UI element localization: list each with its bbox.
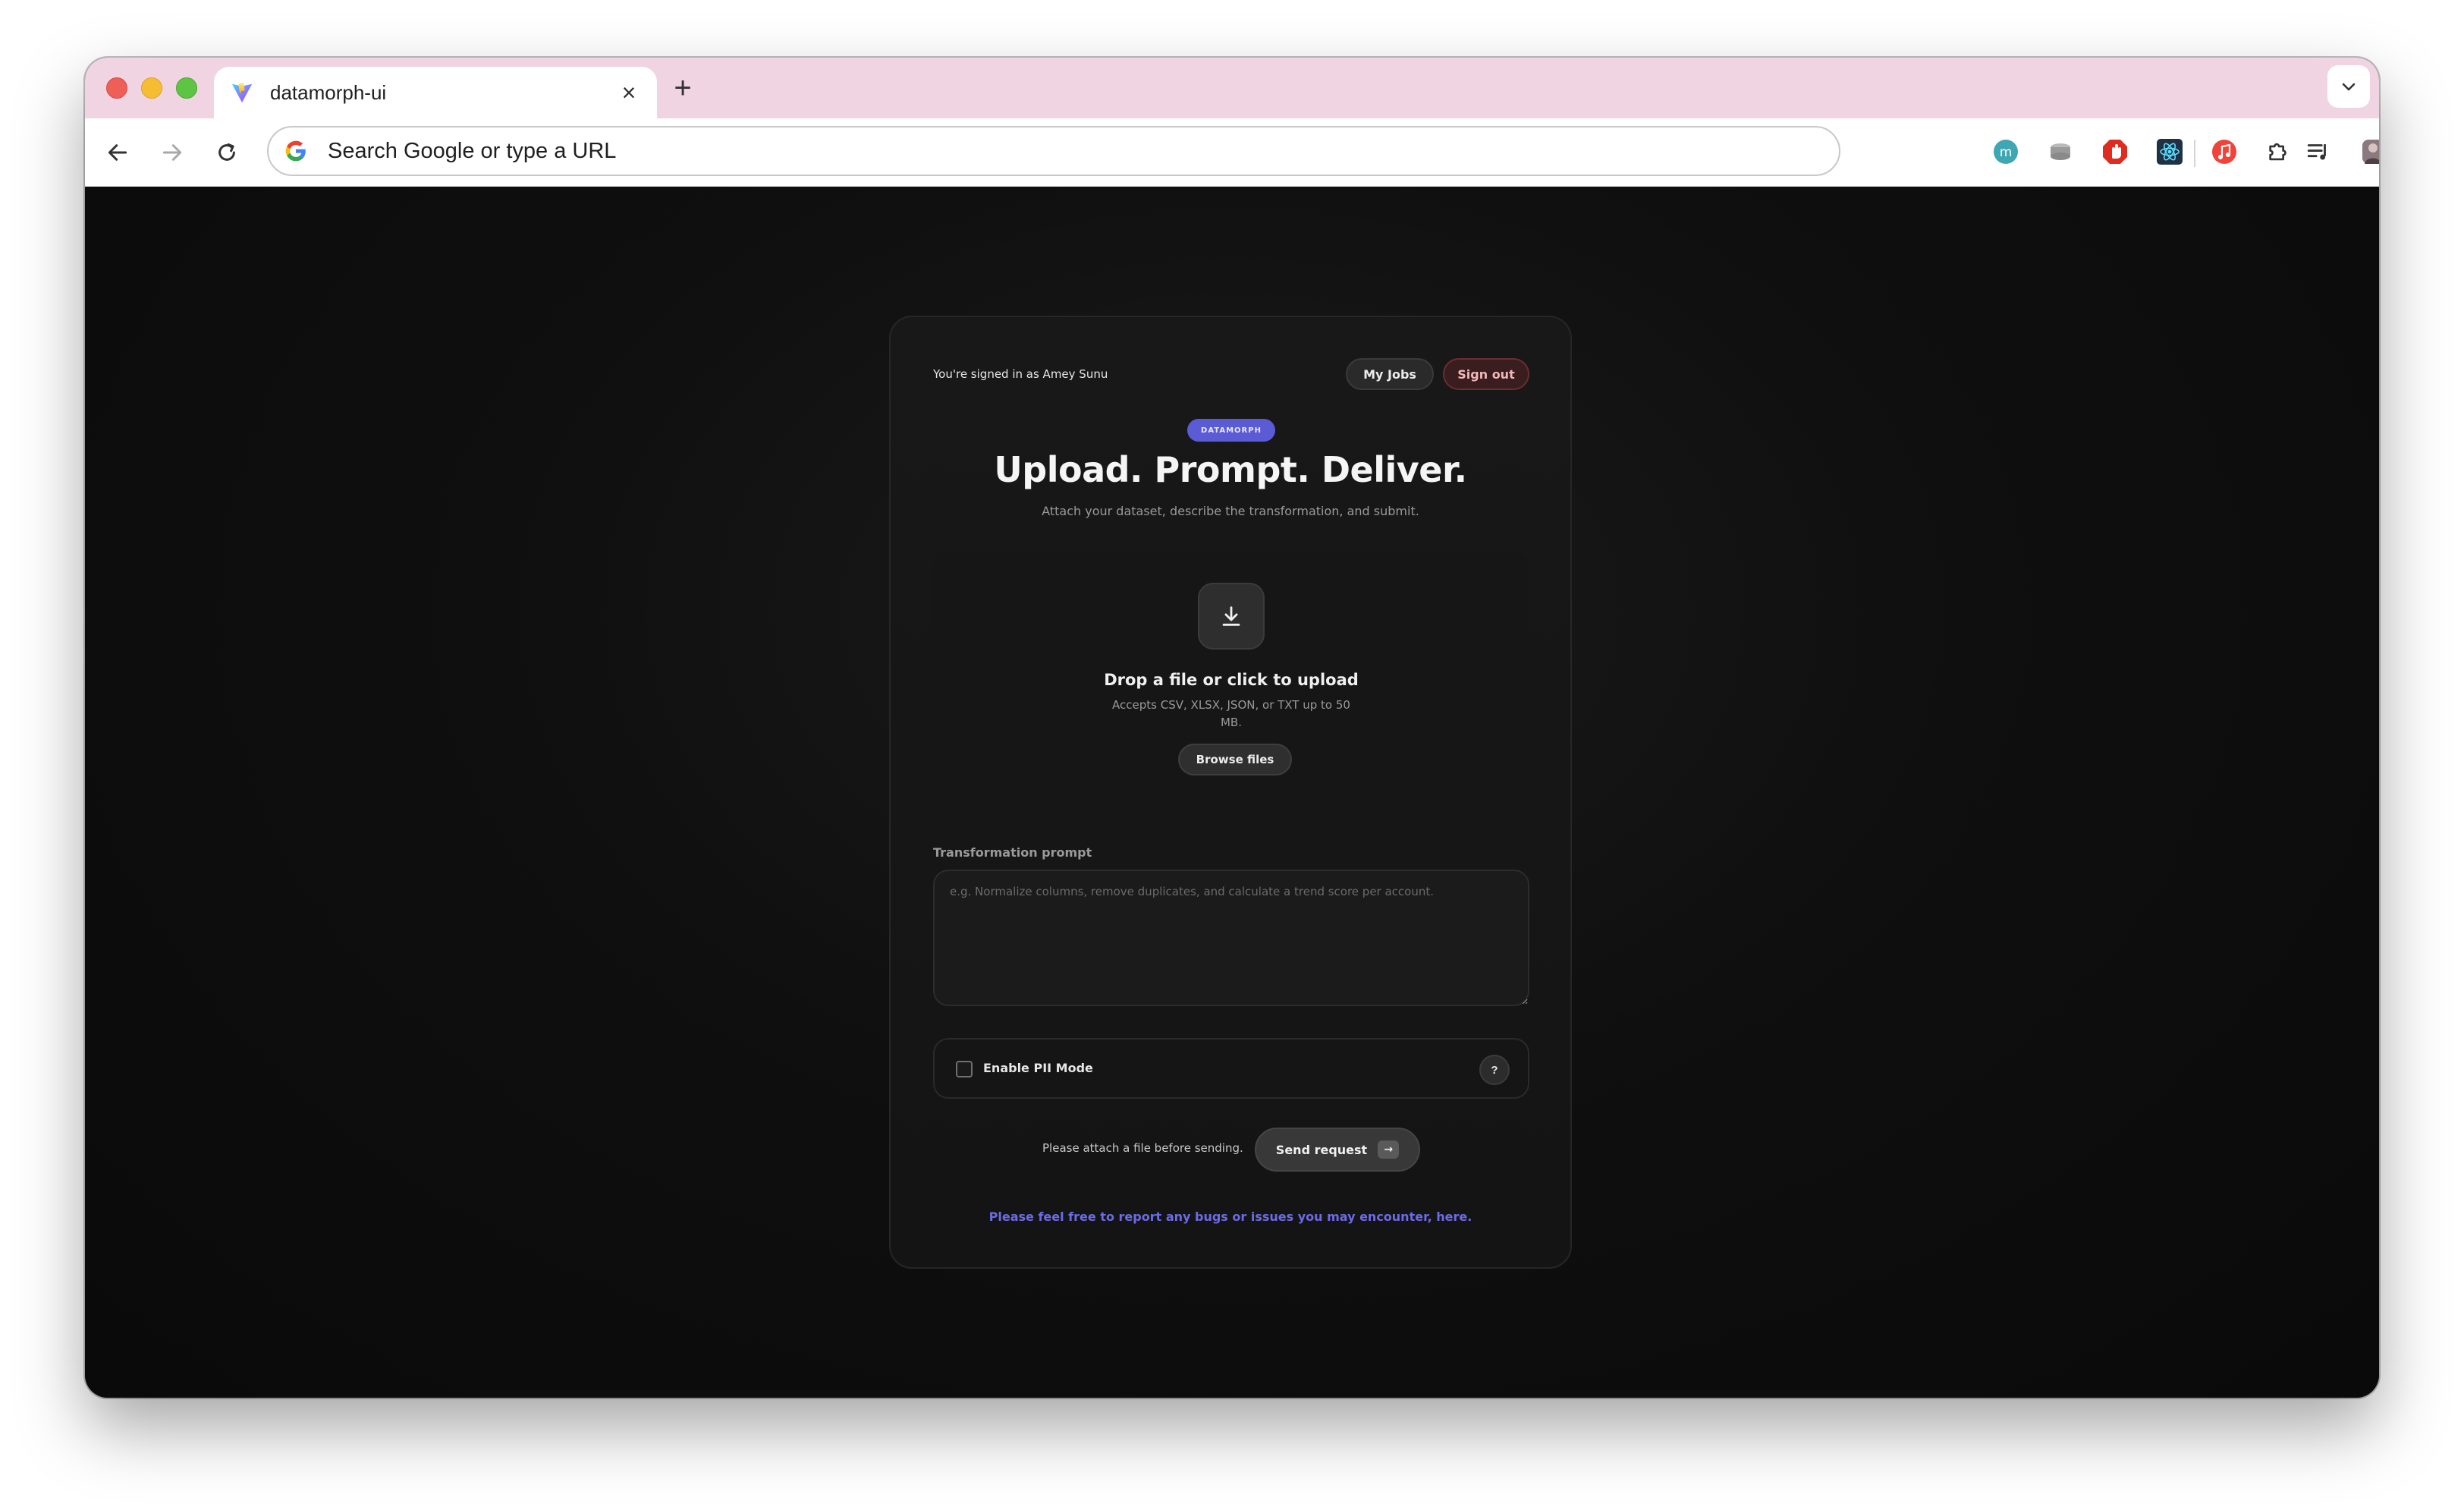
tab-datamorph-ui[interactable]: datamorph-ui × <box>214 67 657 118</box>
window-zoom-button[interactable] <box>176 77 197 99</box>
file-dropzone[interactable]: Drop a file or click to upload Accepts C… <box>933 551 1529 812</box>
send-hint-text: Please attach a file before sending. <box>1042 1141 1243 1155</box>
reload-icon <box>218 143 235 161</box>
page-viewport: You're signed in as Amey Sunu My Jobs Si… <box>85 187 2379 1398</box>
media-controls-icon[interactable] <box>2303 137 2334 167</box>
tab-close-icon[interactable]: × <box>616 79 642 106</box>
pii-help-button[interactable]: ? <box>1479 1055 1510 1085</box>
send-request-button[interactable]: Send request → <box>1255 1128 1420 1172</box>
brand-badge: DATAMORPH <box>1187 419 1275 442</box>
signed-in-text: You're signed in as Amey Sunu <box>933 367 1108 381</box>
window-minimize-button[interactable] <box>141 77 162 99</box>
browse-files-button[interactable]: Browse files <box>1178 744 1292 775</box>
puzzle-extensions-icon[interactable] <box>2264 137 2294 167</box>
tab-strip: datamorph-ui × + <box>85 58 2379 118</box>
address-bar[interactable] <box>267 126 1840 176</box>
omnibox-input[interactable] <box>326 137 1824 165</box>
pii-mode-label[interactable]: Enable PII Mode <box>983 1061 1093 1075</box>
reload-button[interactable] <box>209 135 244 170</box>
tab-title: datamorph-ui <box>270 80 387 104</box>
back-button[interactable] <box>100 135 135 170</box>
svg-text:m: m <box>2000 145 2013 160</box>
arrow-left-icon <box>108 144 127 161</box>
send-request-label: Send request <box>1275 1142 1368 1157</box>
my-jobs-button[interactable]: My Jobs <box>1346 358 1434 390</box>
pii-mode-row: Enable PII Mode ? <box>933 1038 1529 1099</box>
google-icon <box>285 140 306 162</box>
adblock-extension-icon[interactable] <box>2100 137 2130 167</box>
pii-mode-checkbox[interactable] <box>956 1061 973 1077</box>
forward-button[interactable] <box>155 135 190 170</box>
vite-favicon-icon <box>229 80 255 105</box>
profile-avatar[interactable] <box>2358 137 2379 167</box>
upload-icon-box <box>1198 583 1265 650</box>
window-close-button[interactable] <box>106 77 127 99</box>
report-bugs-link[interactable]: Please feel free to report any bugs or i… <box>891 1210 1570 1224</box>
browser-toolbar: m <box>85 118 2379 187</box>
react-devtools-icon[interactable] <box>2154 137 2185 167</box>
arrow-right-icon: → <box>1378 1140 1400 1159</box>
page-subtitle: Attach your dataset, describe the transf… <box>1042 504 1419 518</box>
prompt-label: Transformation prompt <box>933 845 1092 860</box>
transformation-prompt-textarea[interactable] <box>933 870 1529 1006</box>
disk-extension-icon[interactable] <box>2045 137 2076 167</box>
toolbar-divider <box>2194 140 2195 167</box>
dropzone-subtitle: Accepts CSV, XLSX, JSON, or TXT up to 50… <box>1112 698 1350 729</box>
browser-window: datamorph-ui × + m <box>85 58 2379 1398</box>
page-title: Upload. Prompt. Deliver. <box>994 449 1467 490</box>
upload-card: You're signed in as Amey Sunu My Jobs Si… <box>889 316 1572 1269</box>
tab-search-button[interactable] <box>2327 65 2370 108</box>
m-extension-icon[interactable]: m <box>1991 137 2021 167</box>
music-extension-icon[interactable] <box>2209 137 2239 167</box>
sign-out-button[interactable]: Sign out <box>1443 358 1529 390</box>
arrow-right-icon <box>162 144 182 161</box>
new-tab-button[interactable]: + <box>668 73 698 103</box>
download-arrow-icon <box>1222 606 1240 626</box>
chevron-down-icon <box>2342 83 2356 91</box>
dropzone-title: Drop a file or click to upload <box>1104 671 1359 689</box>
